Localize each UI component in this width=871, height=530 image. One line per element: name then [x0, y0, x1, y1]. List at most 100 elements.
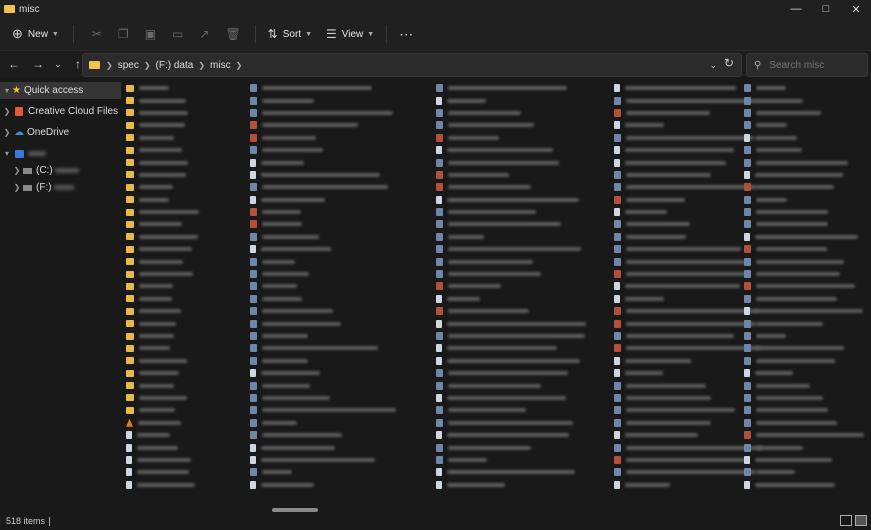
list-item[interactable] [126, 429, 199, 441]
list-item[interactable] [614, 454, 763, 466]
minimize-icon[interactable]: — [781, 0, 811, 18]
list-item[interactable] [744, 367, 864, 379]
list-item[interactable] [744, 454, 864, 466]
list-item[interactable] [126, 144, 199, 156]
back-button[interactable]: ← [4, 57, 24, 71]
list-item[interactable] [436, 119, 586, 131]
list-item[interactable] [614, 429, 763, 441]
list-item[interactable] [744, 94, 864, 106]
breadcrumb[interactable]: ❯ spec ❯ (F:) data ❯ misc ❯ ⌄ [82, 53, 742, 77]
list-item[interactable] [250, 441, 396, 453]
list-item[interactable] [126, 441, 199, 453]
list-item[interactable] [744, 355, 864, 367]
list-item[interactable] [126, 268, 199, 280]
list-item[interactable] [126, 194, 199, 206]
list-item[interactable] [250, 231, 396, 243]
list-item[interactable] [126, 243, 199, 255]
list-item[interactable] [126, 392, 199, 404]
list-item[interactable] [436, 169, 586, 181]
list-item[interactable] [744, 379, 864, 391]
list-item[interactable] [126, 119, 199, 131]
list-item[interactable] [436, 255, 586, 267]
list-item[interactable] [250, 255, 396, 267]
list-item[interactable] [614, 156, 763, 168]
view-button[interactable]: ☰ View ▼ [326, 22, 374, 46]
list-item[interactable] [250, 392, 396, 404]
list-item[interactable] [614, 330, 763, 342]
sidebar-item-drive-f[interactable]: ❯ (F:) [0, 179, 121, 196]
list-item[interactable] [614, 317, 763, 329]
breadcrumb-misc[interactable]: misc [210, 60, 231, 71]
breadcrumb-spec[interactable]: spec [118, 60, 139, 71]
list-item[interactable] [126, 82, 199, 94]
list-item[interactable] [126, 417, 199, 429]
list-item[interactable] [126, 293, 199, 305]
list-item[interactable] [250, 466, 396, 478]
copy-button[interactable]: ❐ [118, 22, 129, 46]
list-item[interactable] [614, 379, 763, 391]
list-item[interactable] [250, 293, 396, 305]
list-item[interactable] [436, 107, 586, 119]
maximize-icon[interactable]: □ [811, 0, 841, 18]
sidebar-item-drive-c[interactable]: ❯ (C:) [0, 162, 121, 179]
list-item[interactable] [744, 231, 864, 243]
list-item[interactable] [126, 379, 199, 391]
list-item[interactable] [250, 194, 396, 206]
list-item[interactable] [744, 417, 864, 429]
list-item[interactable] [126, 479, 199, 491]
list-item[interactable] [250, 132, 396, 144]
list-item[interactable] [744, 206, 864, 218]
list-item[interactable] [436, 243, 586, 255]
list-item[interactable] [126, 280, 199, 292]
rename-button[interactable]: ▭ [172, 22, 183, 46]
list-item[interactable] [250, 404, 396, 416]
list-item[interactable] [126, 355, 199, 367]
list-item[interactable] [436, 293, 586, 305]
list-item[interactable] [250, 317, 396, 329]
address-dropdown-icon[interactable]: ⌄ [709, 60, 717, 71]
paste-button[interactable]: ▣ [145, 22, 156, 46]
list-item[interactable] [744, 268, 864, 280]
file-list[interactable] [122, 78, 871, 510]
list-item[interactable] [436, 466, 586, 478]
list-item[interactable] [436, 379, 586, 391]
list-item[interactable] [436, 231, 586, 243]
list-item[interactable] [126, 169, 199, 181]
list-item[interactable] [436, 206, 586, 218]
recent-locations-icon[interactable]: ⌄ [48, 59, 68, 70]
list-item[interactable] [614, 305, 763, 317]
list-item[interactable] [436, 367, 586, 379]
list-item[interactable] [614, 194, 763, 206]
list-item[interactable] [614, 268, 763, 280]
chevron-right-icon[interactable]: ❯ [12, 183, 22, 192]
list-item[interactable] [126, 342, 199, 354]
list-item[interactable] [744, 280, 864, 292]
list-item[interactable] [436, 94, 586, 106]
chevron-right-icon[interactable]: ❯ [2, 107, 12, 116]
list-item[interactable] [250, 82, 396, 94]
list-item[interactable] [250, 367, 396, 379]
list-item[interactable] [436, 218, 586, 230]
list-item[interactable] [250, 107, 396, 119]
list-item[interactable] [744, 466, 864, 478]
list-item[interactable] [744, 119, 864, 131]
list-item[interactable] [436, 404, 586, 416]
list-item[interactable] [614, 169, 763, 181]
list-item[interactable] [250, 379, 396, 391]
list-item[interactable] [436, 144, 586, 156]
list-item[interactable] [250, 268, 396, 280]
chevron-down-icon[interactable]: ▾ [2, 86, 12, 95]
list-item[interactable] [744, 169, 864, 181]
list-item[interactable] [744, 144, 864, 156]
list-item[interactable] [614, 466, 763, 478]
list-item[interactable] [126, 305, 199, 317]
list-item[interactable] [126, 107, 199, 119]
details-view-icon[interactable] [840, 515, 852, 526]
list-item[interactable] [126, 454, 199, 466]
list-item[interactable] [436, 194, 586, 206]
list-item[interactable] [614, 342, 763, 354]
list-item[interactable] [250, 181, 396, 193]
list-item[interactable] [436, 342, 586, 354]
list-item[interactable] [744, 429, 864, 441]
list-item[interactable] [126, 218, 199, 230]
